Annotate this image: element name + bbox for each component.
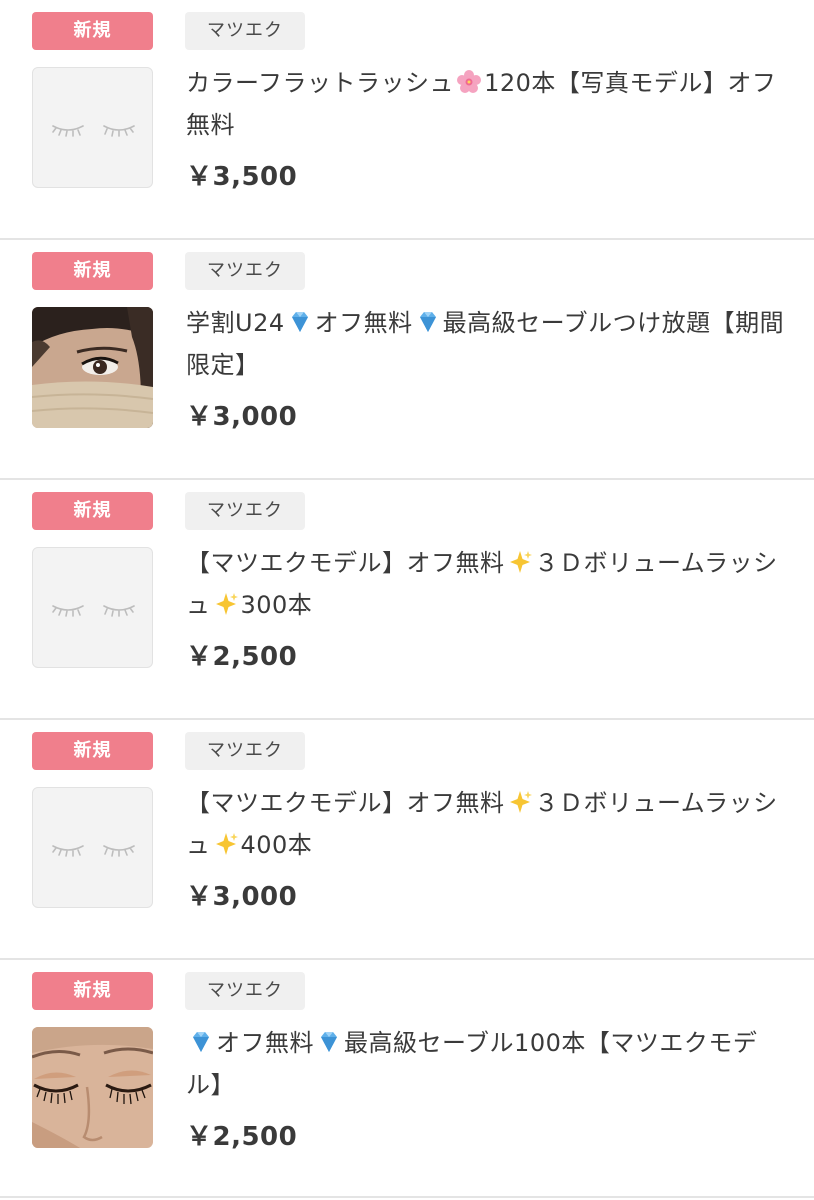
sparkles-icon [215,593,238,615]
model-eye-photo [32,307,153,428]
sparkles-icon [509,551,532,573]
thumbnail-placeholder [32,547,153,668]
menu-item[interactable]: 新規 マツエク 【マツエクモデル】オフ無料 ３Ｄボリュームラッシュ 400本 ￥3,… [0,720,814,960]
menu-title[interactable]: 【マツエクモデル】オフ無料 ３Ｄボリュームラッシュ 400本 [186,782,786,866]
menu-title[interactable]: オフ無料 最高級セーブル100本【マツエクモデル】 [186,1022,786,1106]
menu-item[interactable]: 新規 マツエク オフ無料 最高級セーブル100本【マツエクモデル】 ￥2,500 [0,960,814,1198]
new-badge: 新規 [32,972,153,1010]
title-text: 400本 [240,831,313,859]
new-badge: 新規 [32,732,153,770]
category-tag: マツエク [185,972,305,1010]
menu-title[interactable]: 学割U24 オフ無料 最高級セーブルつけ放題【期間限定】 [186,302,786,386]
category-tag: マツエク [185,252,305,290]
menu-item[interactable]: 新規 マツエク 学割U24 オフ無料 最高級セーブルつけ放題【期間限定】 ￥3,00… [0,240,814,480]
gem-icon [419,312,436,332]
closed-eyelashes-icon [52,845,135,857]
sparkles-icon [215,833,238,855]
gem-icon [321,1032,337,1052]
category-tag: マツエク [185,732,305,770]
title-text: カラーフラットラッシュ [186,69,455,97]
category-tag: マツエク [185,12,305,50]
title-text: 【マツエクモデル】オフ無料 [186,549,505,577]
sparkles-icon [509,791,532,813]
gem-icon [193,1032,209,1052]
category-tag: マツエク [185,492,305,530]
title-text: 学割U24 [186,309,285,337]
title-text: オフ無料 [216,1029,314,1057]
price: ￥2,500 [186,1122,298,1152]
new-badge: 新規 [32,252,153,290]
thumbnail-placeholder [32,67,153,188]
gem-icon [291,312,308,332]
thumbnail-photo [32,1027,153,1148]
price: ￥3,500 [186,162,298,192]
cherry-blossom-icon [457,70,482,93]
price: ￥3,000 [186,882,298,912]
title-text: オフ無料 [314,309,413,337]
price: ￥3,000 [186,402,298,432]
menu-item[interactable]: 新規 マツエク 【マツエクモデル】オフ無料 ３Ｄボリュームラッシュ 300本 ￥2,… [0,480,814,720]
new-badge: 新規 [32,12,153,50]
title-text: 【マツエクモデル】オフ無料 [186,789,505,817]
closed-eyelashes-icon [52,605,135,617]
thumbnail-placeholder [32,787,153,908]
closed-eyelashes-icon [52,125,135,137]
price: ￥2,500 [186,642,298,672]
model-closed-eyes-photo [32,1027,153,1148]
menu-title[interactable]: カラーフラットラッシュ 120本【写真モデル】オフ無料 [186,62,786,146]
thumbnail-photo [32,307,153,428]
new-badge: 新規 [32,492,153,530]
menu-title[interactable]: 【マツエクモデル】オフ無料 ３Ｄボリュームラッシュ 300本 [186,542,786,626]
menu-item[interactable]: 新規 マツエク カラーフラットラッシュ 120本【写真モデル】オフ無料 ￥3,50… [0,0,814,240]
title-text: 300本 [240,591,313,619]
menu-list: 新規 マツエク カラーフラットラッシュ 120本【写真モデル】オフ無料 ￥3,50… [0,0,814,1198]
